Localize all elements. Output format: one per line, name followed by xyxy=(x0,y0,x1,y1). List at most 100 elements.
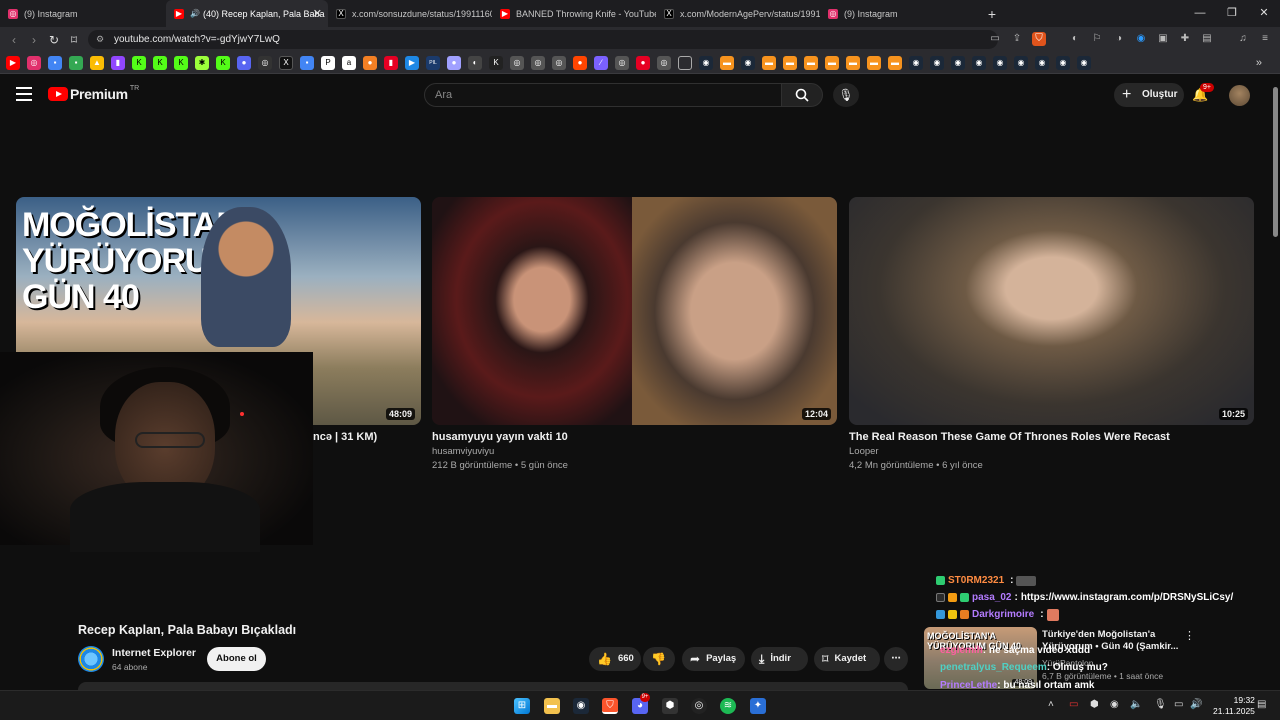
folder-icon[interactable] xyxy=(678,55,692,70)
site-settings-icon[interactable]: ⚙ xyxy=(96,30,104,49)
search-button[interactable] xyxy=(781,83,823,107)
channel-name[interactable]: Internet Explorer xyxy=(112,647,196,659)
bookmark-icon[interactable]: ▮ xyxy=(384,55,398,70)
bookmark-icon[interactable]: ◎ xyxy=(531,55,545,70)
kick-icon[interactable]: K xyxy=(132,55,146,70)
tray-icon[interactable]: ▭ xyxy=(1069,699,1078,710)
app-icon[interactable]: ⬢ xyxy=(662,698,678,714)
instagram-icon[interactable]: ◎ xyxy=(27,55,41,70)
media-icon[interactable]: ♫ xyxy=(1236,32,1250,46)
app-icon[interactable]: ✦ xyxy=(750,698,766,714)
bookmark-icon[interactable]: ▪ xyxy=(69,55,83,70)
restore-icon[interactable]: ❐ xyxy=(1216,0,1248,27)
close-window-icon[interactable]: ✕ xyxy=(1248,0,1280,27)
bookmark-icon[interactable]: ▬ xyxy=(762,55,776,70)
steam-icon[interactable]: ◉ xyxy=(1014,55,1028,70)
kick-icon[interactable]: K xyxy=(153,55,167,70)
bookmark-icon[interactable]: ▬ xyxy=(846,55,860,70)
speaker-icon[interactable]: 🔊 xyxy=(1190,699,1202,710)
network-icon[interactable]: ▭ xyxy=(1174,699,1183,710)
video-thumbnail[interactable]: 10:25 xyxy=(849,197,1254,425)
tab-youtube-active[interactable]: ▶ 🔊 (40) Recep Kaplan, Pala Baba ✕ xyxy=(166,0,328,27)
steam-icon[interactable]: ◉ xyxy=(1035,55,1049,70)
steam-icon[interactable]: ◉ xyxy=(573,698,589,714)
steam-icon[interactable]: ◉ xyxy=(993,55,1007,70)
close-tab-icon[interactable]: ✕ xyxy=(313,7,322,20)
description-box[interactable] xyxy=(78,682,908,690)
channel-name[interactable]: husamviyuviyu xyxy=(432,446,837,457)
bookmark-icon[interactable]: ◎ xyxy=(552,55,566,70)
brave-shield-icon[interactable]: ⛉ xyxy=(1032,32,1046,46)
kick-icon[interactable]: K xyxy=(216,55,230,70)
bookmark-icon[interactable]: ▲ xyxy=(90,55,104,70)
volume-icon[interactable]: 🔈 xyxy=(1130,699,1142,710)
bookmark-icon[interactable]: ▪ xyxy=(48,55,62,70)
channel-name[interactable]: Looper xyxy=(849,446,1254,457)
bookmark-icon[interactable]: ● xyxy=(237,55,251,70)
tab-instagram-2[interactable]: ◎ (9) Instagram xyxy=(820,0,982,27)
url-field[interactable]: ⚙ youtube.com/watch?v=-gdYjwY7LwQ xyxy=(88,30,998,49)
bookmark-icon[interactable]: ◎ xyxy=(657,55,671,70)
bookmark-icon[interactable]: ▬ xyxy=(783,55,797,70)
bookmark-icon[interactable]: P xyxy=(321,55,335,70)
bookmark-icon[interactable]: ▪ xyxy=(300,55,314,70)
translate-icon[interactable]: ⚐ xyxy=(1090,32,1104,46)
bookmark-icon[interactable]: ▬ xyxy=(825,55,839,70)
reload-icon[interactable]: ↻ xyxy=(44,33,64,47)
tab-x-2[interactable]: X x.com/ModernAgePerv/status/19918 xyxy=(656,0,820,27)
twitch-icon[interactable]: ▮ xyxy=(111,55,125,70)
share-icon[interactable]: ⇪ xyxy=(1010,32,1024,46)
share-button[interactable]: ➦ Paylaş xyxy=(682,647,745,671)
spotify-icon[interactable]: ≋ xyxy=(720,698,736,714)
system-clock[interactable]: 19:32 21.11.2025 xyxy=(1213,695,1255,717)
tab-x-1[interactable]: X x.com/sonsuzdune/status/19911160 xyxy=(328,0,492,27)
bookmark-icon[interactable]: ◎ xyxy=(615,55,629,70)
more-icon[interactable]: ⋮ xyxy=(1184,629,1195,642)
bookmark-icon[interactable]: ▬ xyxy=(720,55,734,70)
video-title[interactable]: husamyuyu yayın vakti 10 xyxy=(432,431,837,443)
bookmark-icon[interactable]: ◎ xyxy=(510,55,524,70)
sidebar-icon[interactable]: ▤ xyxy=(1200,32,1214,46)
voice-search-button[interactable]: 🎙 xyxy=(833,83,859,107)
x-icon[interactable]: X xyxy=(279,55,293,70)
back-icon[interactable]: ‹ xyxy=(4,33,24,47)
menu-icon[interactable]: ≡ xyxy=(1258,32,1272,46)
notifications-button[interactable]: 🔔 9+ xyxy=(1192,83,1214,103)
bookmark-icon[interactable]: ▬ xyxy=(888,55,902,70)
kick-icon[interactable]: K xyxy=(174,55,188,70)
bookmark-icon[interactable]: ▶ xyxy=(405,55,419,70)
tray-icon[interactable]: ⬢ xyxy=(1090,699,1099,710)
bookmark-icon[interactable]: ⌑ xyxy=(64,33,84,47)
video-card[interactable]: 12:04 husamyuyu yayın vakti 10 husamviyu… xyxy=(432,197,837,471)
dislike-button[interactable]: 👎 xyxy=(643,647,675,671)
minimize-icon[interactable]: — xyxy=(1184,0,1216,27)
bookmark-icon[interactable]: ● xyxy=(447,55,461,70)
tab-youtube-2[interactable]: ▶ BANNED Throwing Knife - YouTube xyxy=(492,0,656,27)
video-thumbnail[interactable]: 12:04 xyxy=(432,197,837,425)
steam-tray-icon[interactable]: ◉ xyxy=(1110,699,1119,710)
bookmark-icon[interactable]: a xyxy=(342,55,356,70)
bookmark-icon[interactable]: ▬ xyxy=(867,55,881,70)
like-button[interactable]: 👍 660 xyxy=(589,647,641,671)
tab-instagram-1[interactable]: ◎ (9) Instagram xyxy=(0,0,166,27)
bookmark-icon[interactable]: ∕ xyxy=(594,55,608,70)
windows-start-icon[interactable]: ⊞ xyxy=(514,698,530,714)
mic-icon[interactable]: 🎙 xyxy=(1154,699,1167,710)
cast-icon[interactable]: ▭ xyxy=(988,32,1002,46)
bookmark-icon[interactable]: PIL xyxy=(426,55,440,70)
download-button[interactable]: ⤓ İndir xyxy=(751,647,808,671)
more-actions-button[interactable]: ⋯ xyxy=(884,647,908,671)
brave-icon[interactable]: ⛉ xyxy=(602,698,618,714)
steam-icon[interactable]: ◉ xyxy=(930,55,944,70)
notification-center-icon[interactable]: ▤ xyxy=(1257,699,1266,710)
channel-avatar[interactable] xyxy=(78,646,104,672)
chevron-up-icon[interactable]: ˄ xyxy=(1048,699,1054,710)
bookmark-icon[interactable]: ● xyxy=(636,55,650,70)
puzzle-icon[interactable]: ✚ xyxy=(1178,32,1192,46)
steam-icon[interactable]: ◉ xyxy=(909,55,923,70)
obs-icon[interactable]: ◎ xyxy=(691,698,707,714)
page-scrollbar[interactable] xyxy=(1271,75,1280,695)
video-card[interactable]: 10:25 The Real Reason These Game Of Thro… xyxy=(849,197,1254,471)
bookmark-icon[interactable]: K xyxy=(489,55,503,70)
scrollbar-thumb[interactable] xyxy=(1273,87,1278,237)
